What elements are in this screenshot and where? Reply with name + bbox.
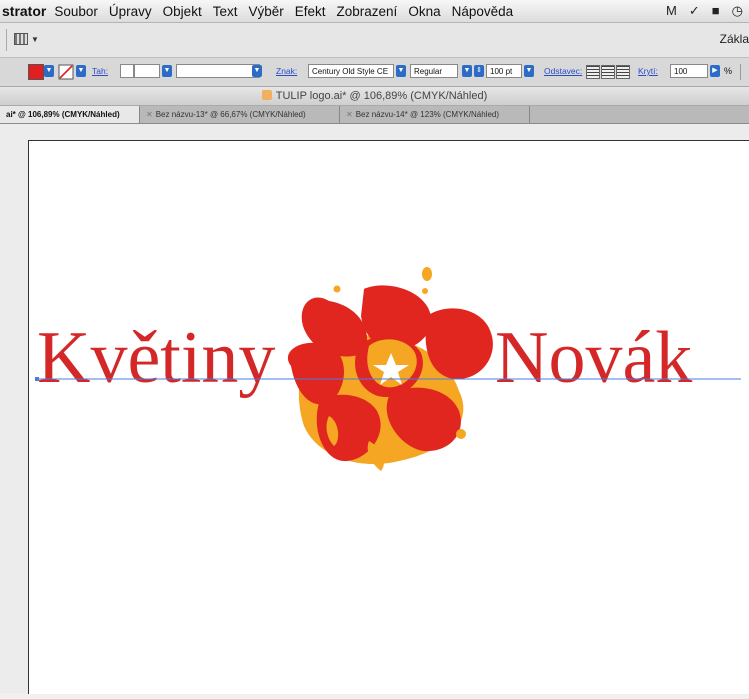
paragraph-label[interactable]: Odstavec: xyxy=(544,66,582,76)
close-icon[interactable]: ✕ xyxy=(346,110,353,119)
character-label[interactable]: Znak: xyxy=(276,66,297,76)
font-style-dropdown-icon[interactable]: ▼ xyxy=(462,65,472,77)
stroke-label[interactable]: Tah: xyxy=(92,66,108,76)
tab-label: ai* @ 106,89% (CMYK/Náhled) xyxy=(6,110,120,119)
stroke-weight-field[interactable] xyxy=(134,64,160,78)
fill-dropdown-icon[interactable]: ▼ xyxy=(44,65,54,77)
artwork: Květiny Novák xyxy=(35,267,741,471)
adobe-m-icon[interactable]: M xyxy=(666,3,677,19)
font-family-dropdown-icon[interactable]: ▼ xyxy=(396,65,406,77)
clock-icon[interactable]: ◷ xyxy=(732,3,743,19)
stroke-none-icon[interactable] xyxy=(58,64,74,80)
brush-dropdown-icon[interactable]: ▼ xyxy=(252,65,262,77)
tab-tulip-logo[interactable]: ai* @ 106,89% (CMYK/Náhled) xyxy=(0,106,140,123)
document-tabs: ai* @ 106,89% (CMYK/Náhled) ✕ Bez názvu-1… xyxy=(0,106,749,124)
document-icon xyxy=(261,90,272,100)
canvas-area[interactable]: Květiny Novák xyxy=(0,124,749,694)
opacity-label[interactable]: Krytí: xyxy=(638,66,658,76)
divider xyxy=(740,64,749,80)
menu-efekt[interactable]: Efekt xyxy=(295,4,326,19)
checkmark-icon[interactable]: ✓ xyxy=(689,3,700,19)
close-icon[interactable]: ✕ xyxy=(146,110,153,119)
align-right-icon[interactable] xyxy=(616,65,630,79)
opacity-unit: % xyxy=(724,66,733,76)
document-title-bar: TULIP logo.ai* @ 106,89% (CMYK/Náhled) xyxy=(0,87,749,106)
control-panel: ▼ ▼ Tah: ▼ ▼ Znak: Century Old Style CE … xyxy=(0,58,749,87)
arrange-grid-icon xyxy=(14,33,28,45)
logo-word-right[interactable]: Novák xyxy=(495,317,692,399)
stroke-weight-dropdown-icon[interactable]: ▼ xyxy=(162,65,172,77)
chevron-down-icon: ▼ xyxy=(31,34,39,44)
status-tray: M ✓ ■ ◷ xyxy=(666,3,743,19)
menu-zobrazeni[interactable]: Zobrazení xyxy=(337,4,398,19)
opacity-field[interactable]: 100 xyxy=(670,64,708,78)
display-icon[interactable]: ■ xyxy=(712,3,720,19)
align-center-icon[interactable] xyxy=(601,65,615,79)
tab-bez-nazvu-14[interactable]: ✕ Bez názvu-14* @ 123% (CMYK/Náhled) xyxy=(340,106,530,123)
opacity-dropdown-icon[interactable]: ▶ xyxy=(710,65,720,77)
application-bar: ▼ Zákla xyxy=(0,23,749,58)
tulip-logo-icon[interactable] xyxy=(287,267,493,471)
arrange-documents-button[interactable]: ▼ xyxy=(14,31,40,47)
font-size-stepper-icon[interactable]: ⇕ xyxy=(474,65,484,77)
stroke-dropdown-icon[interactable]: ▼ xyxy=(76,65,86,77)
font-style-field[interactable]: Regular xyxy=(410,64,458,78)
font-size-field[interactable]: 100 pt xyxy=(486,64,522,78)
tab-label: Bez názvu-13* @ 66,67% (CMYK/Náhled) xyxy=(155,110,306,119)
tab-bez-nazvu-13[interactable]: ✕ Bez názvu-13* @ 66,67% (CMYK/Náhled) xyxy=(140,106,340,123)
menu-objekt[interactable]: Objekt xyxy=(163,4,202,19)
text-anchor-point[interactable] xyxy=(35,377,39,381)
document-title: TULIP logo.ai* @ 106,89% (CMYK/Náhled) xyxy=(275,90,488,102)
logo-word-left[interactable]: Květiny xyxy=(37,317,275,399)
menu-soubor[interactable]: Soubor xyxy=(54,4,98,19)
fill-swatch[interactable] xyxy=(28,64,44,80)
menu-vyber[interactable]: Výběr xyxy=(248,4,283,19)
menu-upravy[interactable]: Úpravy xyxy=(109,4,152,19)
align-left-icon[interactable] xyxy=(586,65,600,79)
stroke-stepper[interactable] xyxy=(120,64,134,78)
tab-label: Bez názvu-14* @ 123% (CMYK/Náhled) xyxy=(355,110,499,119)
menu-okna[interactable]: Okna xyxy=(408,4,440,19)
divider xyxy=(6,29,7,51)
font-family-field[interactable]: Century Old Style CE xyxy=(308,64,394,78)
workspace-switcher[interactable]: Zákla xyxy=(720,32,749,46)
menu-text[interactable]: Text xyxy=(213,4,238,19)
artboard[interactable]: Květiny Novák xyxy=(28,140,749,694)
app-menu[interactable]: strator xyxy=(2,3,46,19)
menu-bar: strator Soubor Úpravy Objekt Text Výběr … xyxy=(0,0,749,23)
font-size-dropdown-icon[interactable]: ▼ xyxy=(524,65,534,77)
brush-field[interactable] xyxy=(176,64,260,78)
menu-napoveda[interactable]: Nápověda xyxy=(452,4,514,19)
